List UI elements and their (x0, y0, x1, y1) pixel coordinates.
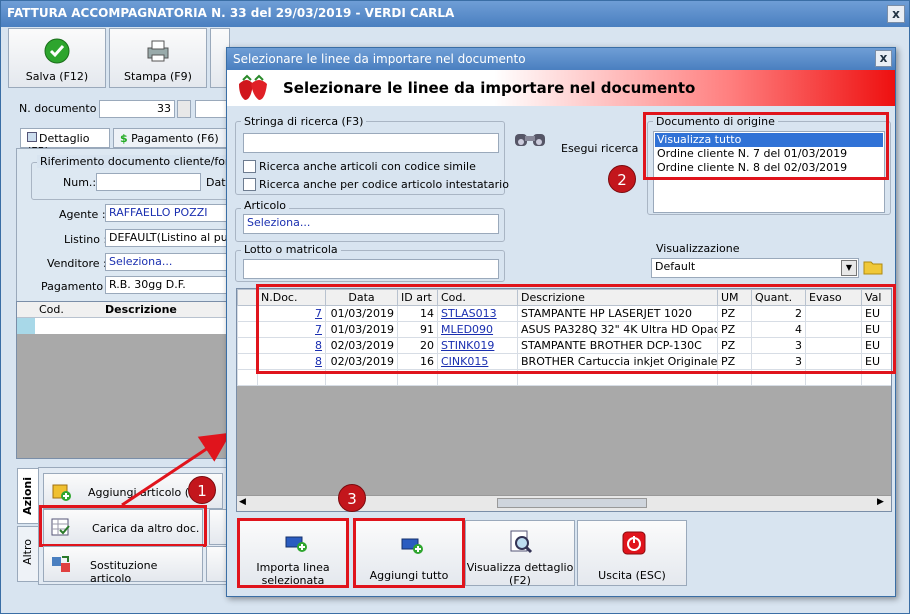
dialog-header-text: Selezionare le linee da importare nel do… (283, 79, 696, 97)
view-select[interactable]: Default (651, 258, 859, 278)
strawberry-icon (239, 74, 267, 100)
highlight-grid (256, 284, 896, 374)
lot-group-title: Lotto o matricola (241, 243, 341, 256)
holder-code-checkbox[interactable] (243, 178, 256, 191)
main-grid-col-desc: Descrizione (105, 303, 177, 316)
money-icon: $ (120, 132, 128, 145)
tab-payment[interactable]: $ Pagamento (F6) (113, 128, 227, 148)
highlight-import (237, 518, 349, 588)
highlight-add-all (353, 518, 465, 588)
seller-label-text: Venditore : (47, 257, 107, 270)
search-input[interactable] (243, 133, 499, 153)
printer-icon (147, 40, 169, 62)
swap-icon (52, 556, 70, 572)
seller-field[interactable]: Seleziona... (105, 253, 229, 271)
power-icon (622, 531, 646, 555)
annotation-badge-3: 3 (338, 484, 366, 512)
dialog-close-button[interactable]: x (875, 50, 892, 67)
folder-button[interactable] (863, 258, 885, 278)
chevron-down-icon[interactable]: ▼ (841, 260, 857, 276)
lot-field[interactable] (243, 259, 499, 279)
main-grid[interactable]: Cod. Descrizione (16, 301, 233, 459)
save-button[interactable]: Salva (F12) (8, 28, 106, 88)
doc-number-label: N. documento : (19, 102, 104, 115)
scroll-left-icon[interactable]: ◀ (239, 497, 246, 507)
folder-icon (863, 261, 883, 275)
holder-code-label: Ricerca anche per codice articolo intest… (259, 178, 509, 191)
main-title: FATTURA ACCOMPAGNATORIA N. 33 del 29/03/… (7, 6, 455, 20)
annotation-badge-1: 1 (188, 476, 216, 504)
num-label: Num.: (63, 176, 97, 189)
replace-article-button[interactable]: Sostituzione articolo (43, 546, 203, 585)
agent-field[interactable]: RAFFAELLO POZZI (105, 204, 229, 222)
detail-icon (27, 132, 37, 142)
main-grid-row[interactable] (17, 318, 233, 334)
payment-label: Pagamento : (41, 280, 111, 293)
binoculars-icon (515, 134, 545, 146)
num-field[interactable] (96, 173, 201, 191)
document-search-icon (510, 530, 533, 554)
doc-number-field[interactable]: 33 (99, 100, 175, 118)
listino-label: Listino : (64, 233, 108, 246)
article-field[interactable]: Seleziona... (243, 214, 499, 234)
scrollbar-thumb[interactable] (497, 498, 647, 508)
payment-field[interactable]: R.B. 30gg D.F. (105, 276, 229, 294)
dialog-title: Selezionare le linee da importare nel do… (233, 52, 526, 66)
annotation-badge-2: 2 (608, 165, 636, 193)
tab-actions[interactable]: Azioni (17, 468, 39, 524)
print-button[interactable]: Stampa (F9) (109, 28, 207, 88)
view-group-title: Visualizzazione (653, 242, 743, 255)
check-icon (44, 38, 70, 64)
similar-code-checkbox[interactable] (243, 160, 256, 173)
main-close-button[interactable]: x (887, 5, 905, 23)
main-grid-row-indicator (17, 318, 35, 334)
article-group-title: Articolo (241, 199, 289, 212)
doc-number-spin[interactable] (177, 100, 191, 118)
view-detail-button[interactable]: Visualizza dettaglio (F2) (465, 520, 575, 587)
search-button[interactable]: Esegui ricerca (511, 122, 641, 160)
similar-code-label: Ricerca anche articoli con codice simile (259, 160, 476, 173)
agent-label: Agente : (59, 208, 106, 221)
dialog-title-bar: Selezionare le linee da importare nel do… (227, 48, 895, 70)
tab-detail[interactable]: Dettaglio (F5) (20, 128, 110, 158)
import-dialog: Selezionare le linee da importare nel do… (226, 47, 896, 597)
scroll-right-icon[interactable]: ▶ (877, 497, 884, 507)
highlight-load-button (39, 505, 207, 547)
search-group-title: Stringa di ricerca (F3) (241, 115, 367, 128)
doc-series-field[interactable] (195, 100, 229, 118)
main-title-bar: FATTURA ACCOMPAGNATORIA N. 33 del 29/03/… (1, 1, 909, 27)
listino-field[interactable]: DEFAULT(Listino al pubbl (105, 229, 229, 247)
horizontal-scrollbar[interactable]: ◀ ▶ (237, 495, 891, 511)
box-add-icon (52, 484, 71, 501)
tab-other[interactable]: Altro (17, 526, 39, 582)
exit-button[interactable]: Uscita (ESC) (577, 520, 687, 586)
highlight-origin (643, 112, 889, 180)
dialog-header: Selezionare le linee da importare nel do… (227, 70, 895, 106)
main-grid-col-cod: Cod. (39, 303, 64, 316)
